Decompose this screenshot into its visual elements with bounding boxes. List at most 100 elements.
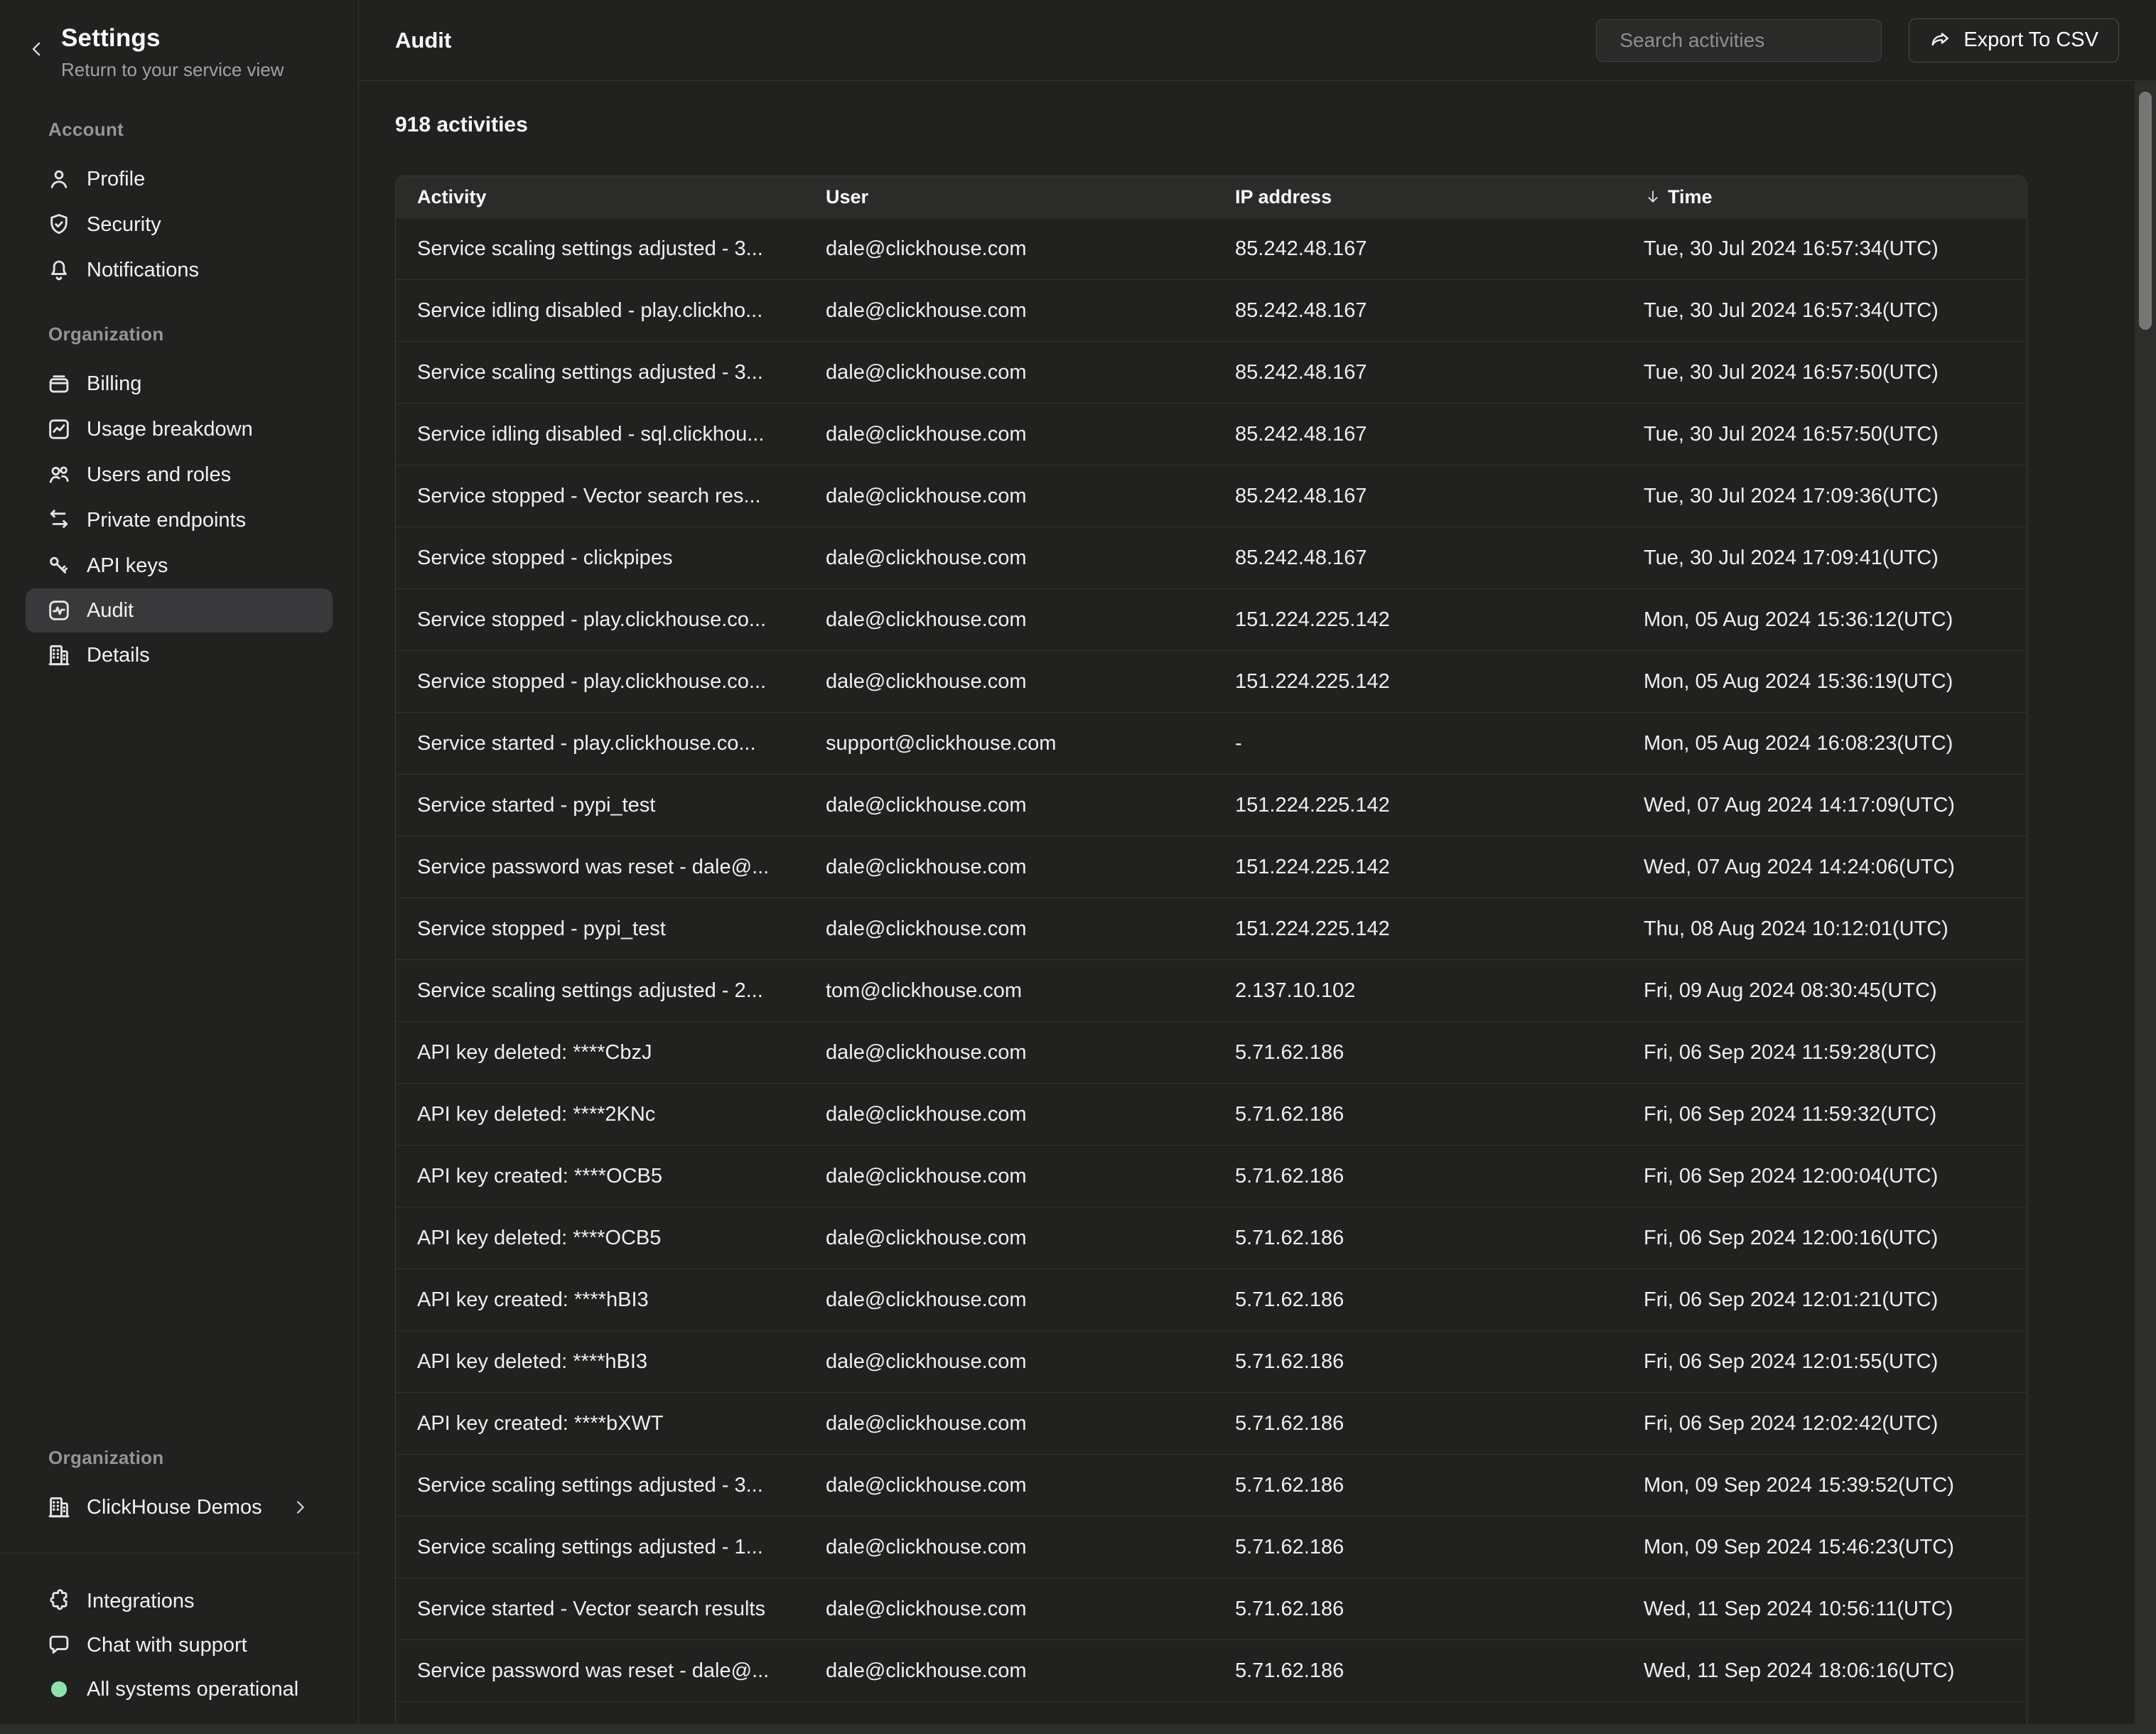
sidebar-item-label: Users and roles [87, 463, 231, 487]
cell-activity: Service scaling settings adjusted - 1... [396, 1536, 804, 1559]
sidebar-item-usage-breakdown[interactable]: Usage breakdown [26, 406, 333, 452]
cell-activity: API key deleted: ****2KNc [396, 1103, 804, 1126]
sidebar-item-label: Details [87, 644, 150, 667]
org-name: ClickHouse Demos [87, 1496, 262, 1519]
cell-activity: Service scaling settings adjusted - 2... [396, 979, 804, 1003]
cell-user: dale@clickhouse.com [804, 1536, 1214, 1559]
sidebar-item-private-endpoints[interactable]: Private endpoints [26, 497, 333, 543]
table-row: Service stopped - play.clickhouse.co...d… [396, 650, 2027, 712]
cell-activity: Service scaling settings adjusted - 3... [396, 237, 804, 261]
wallet-icon [45, 370, 72, 397]
cell-time: Fri, 06 Sep 2024 11:59:32(UTC) [1622, 1103, 2027, 1126]
sidebar-item-billing[interactable]: Billing [26, 361, 333, 406]
column-header-activity[interactable]: Activity [396, 186, 804, 208]
search-input[interactable] [1619, 20, 1886, 61]
table-row: Service password was reset - dale@...dal… [396, 1639, 2027, 1701]
column-header-label: User [826, 186, 868, 208]
cell-ip-address: 5.71.62.186 [1214, 1536, 1622, 1559]
cell-ip-address: 5.71.62.186 [1214, 1165, 1622, 1188]
table-row: API key created: ****hBI3dale@clickhouse… [396, 1269, 2027, 1330]
sidebar-item-label: All systems operational [87, 1678, 298, 1701]
cell-user: dale@clickhouse.com [804, 546, 1214, 570]
cell-user: dale@clickhouse.com [804, 917, 1214, 941]
vertical-scrollbar-thumb[interactable] [2139, 92, 2152, 330]
table-row: Service idling disabled - play.clickho..… [396, 279, 2027, 341]
table-row: Service scaling settings adjusted - 1...… [396, 1516, 2027, 1578]
back-button[interactable] [21, 34, 53, 65]
section-label: Account [0, 118, 358, 141]
sidebar-item-label: Security [87, 213, 161, 237]
cell-user: dale@clickhouse.com [804, 1041, 1214, 1065]
sidebar-item-api-keys[interactable]: API keys [26, 543, 333, 588]
cell-time: Fri, 06 Sep 2024 12:00:16(UTC) [1622, 1227, 2027, 1250]
table-row: Service idling disabled - sql.clickhou..… [396, 403, 2027, 465]
table-row: Service started - pypi_testdale@clickhou… [396, 774, 2027, 836]
sidebar-item-label: Profile [87, 168, 145, 191]
sidebar-section-organization: Organization BillingUsage breakdownUsers… [0, 323, 358, 678]
cell-activity: API key deleted: ****hBI3 [396, 1350, 804, 1374]
sidebar-item-label: Integrations [87, 1590, 195, 1613]
window-bottom-edge [0, 1724, 2156, 1734]
cell-ip-address: 151.224.225.142 [1214, 608, 1622, 632]
export-csv-button[interactable]: Export To CSV [1909, 18, 2119, 63]
cell-time: Fri, 06 Sep 2024 12:02:42(UTC) [1622, 1412, 2027, 1436]
cell-ip-address: 151.224.225.142 [1214, 794, 1622, 817]
sidebar-item-all-systems-operational[interactable]: All systems operational [26, 1667, 333, 1711]
sidebar-item-details[interactable]: Details [26, 632, 333, 678]
table-row: Service scaling settings adjusted - 3...… [396, 1454, 2027, 1516]
table-row: Service scaling settings adjusted - 3...… [396, 217, 2027, 279]
sidebar-item-clickhouse-demos[interactable]: ClickHouse Demos [26, 1485, 333, 1530]
users-icon [45, 461, 72, 488]
arrow-down-icon [1644, 188, 1662, 206]
export-csv-label: Export To CSV [1963, 28, 2098, 52]
cell-activity: Service password was reset - dale@... [396, 1659, 804, 1683]
cell-ip-address: 85.242.48.167 [1214, 546, 1622, 570]
swap-arrows-icon [45, 507, 72, 534]
cell-ip-address: 85.242.48.167 [1214, 485, 1622, 508]
sidebar-item-label: Audit [87, 599, 134, 623]
return-link[interactable]: Return to your service view [61, 59, 284, 81]
cell-ip-address: 5.71.62.186 [1214, 1474, 1622, 1497]
cell-user: dale@clickhouse.com [804, 1412, 1214, 1436]
sidebar-item-notifications[interactable]: Notifications [26, 247, 333, 293]
audit-content: 918 activities ActivityUserIP addressTim… [360, 82, 2156, 1734]
cell-activity: API key created: ****hBI3 [396, 1288, 804, 1312]
cell-time: Fri, 06 Sep 2024 11:59:28(UTC) [1622, 1041, 2027, 1065]
cell-activity: Service stopped - pypi_test [396, 917, 804, 941]
sidebar-item-audit[interactable]: Audit [26, 588, 333, 632]
cell-time: Fri, 06 Sep 2024 12:00:04(UTC) [1622, 1165, 2027, 1188]
cell-user: dale@clickhouse.com [804, 1598, 1214, 1621]
cell-activity: API key deleted: ****CbzJ [396, 1041, 804, 1065]
sidebar-item-security[interactable]: Security [26, 202, 333, 247]
table-row: API key created: ****bXWTdale@clickhouse… [396, 1392, 2027, 1454]
cell-activity: Service idling disabled - sql.clickhou..… [396, 423, 804, 446]
sidebar-item-chat-with-support[interactable]: Chat with support [26, 1623, 333, 1667]
sidebar-item-integrations[interactable]: Integrations [26, 1579, 333, 1623]
sidebar-item-users-and-roles[interactable]: Users and roles [26, 452, 333, 497]
sidebar-item-profile[interactable]: Profile [26, 156, 333, 202]
column-header-label: Time [1668, 186, 1713, 208]
sidebar-org-switcher: Organization ClickHouse Demos [0, 1446, 358, 1530]
table-row: API key deleted: ****CbzJdale@clickhouse… [396, 1021, 2027, 1083]
column-header-label: IP address [1235, 186, 1332, 208]
table-row: Service started - Vector search resultsd… [396, 1578, 2027, 1639]
usage-chart-icon [45, 416, 72, 443]
column-header-time[interactable]: Time [1622, 186, 2027, 208]
cell-user: dale@clickhouse.com [804, 299, 1214, 323]
column-header-label: Activity [417, 186, 487, 208]
sidebar-item-label: Private endpoints [87, 509, 246, 532]
cell-user: support@clickhouse.com [804, 732, 1214, 755]
cell-activity: Service stopped - play.clickhouse.co... [396, 670, 804, 694]
cell-time: Tue, 30 Jul 2024 16:57:34(UTC) [1622, 237, 2027, 261]
cell-ip-address: 5.71.62.186 [1214, 1350, 1622, 1374]
table-row: Service scaling settings adjusted - 3...… [396, 341, 2027, 403]
cell-ip-address: 5.71.62.186 [1214, 1227, 1622, 1250]
column-header-user[interactable]: User [804, 186, 1214, 208]
table-row: Service started - play.clickhouse.co...s… [396, 712, 2027, 774]
cell-activity: Service stopped - Vector search res... [396, 485, 804, 508]
cell-user: dale@clickhouse.com [804, 794, 1214, 817]
sidebar-section-account: Account Profile Security Notifications [0, 118, 358, 293]
cell-activity: API key deleted: ****OCB5 [396, 1227, 804, 1250]
column-header-ip-address[interactable]: IP address [1214, 186, 1622, 208]
vertical-scrollbar-track[interactable] [2135, 82, 2156, 1724]
